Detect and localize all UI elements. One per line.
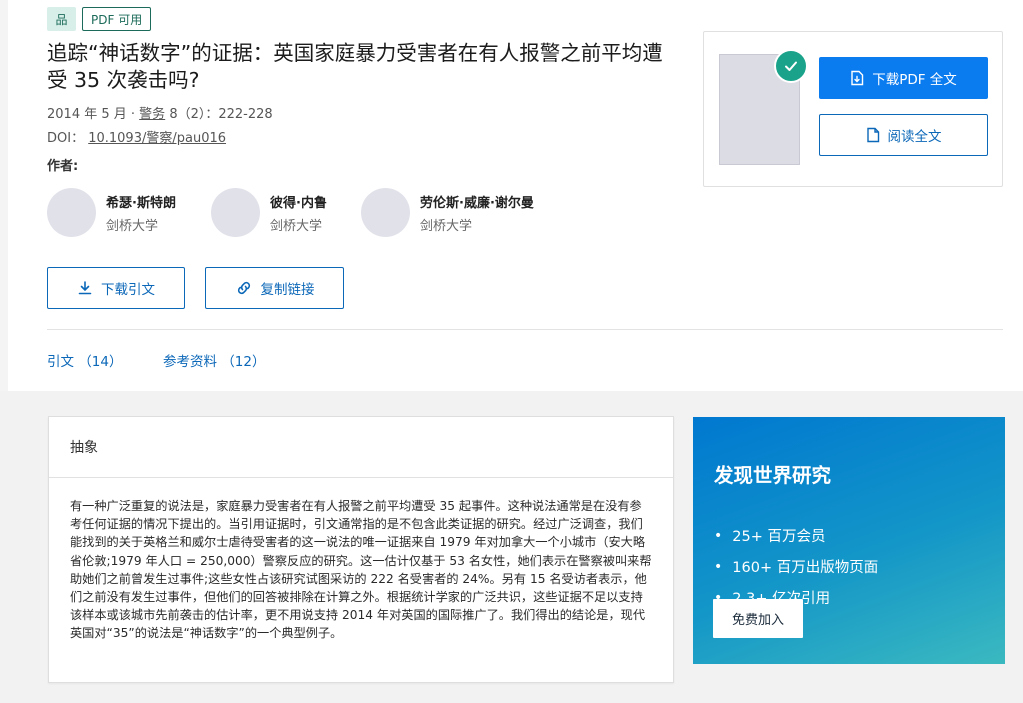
file-download-icon (851, 70, 864, 86)
copy-link-button[interactable]: 复制链接 (205, 267, 344, 309)
abstract-text: 有一种广泛重复的说法是，家庭暴力受害者在有人报警之前平均遭受 35 起事件。这种… (70, 499, 652, 641)
file-icon (866, 127, 879, 143)
pdf-available-tag: PDF 可用 (82, 7, 152, 31)
pdf-card: 下载PDF 全文 阅读全文 (703, 31, 1003, 187)
author-affiliation: 剑桥大学 (106, 218, 159, 234)
copy-link-label: 复制链接 (260, 282, 315, 298)
promo-item: 25+ 百万会员 (714, 525, 878, 546)
tag-row: 品 PDF 可用 (47, 7, 152, 31)
download-citation-label: 下载引文 (101, 282, 155, 298)
author-name: 劳伦斯·威廉·谢尔曼 (420, 195, 534, 211)
tab-citations[interactable]: 引文 （14） (47, 350, 122, 370)
author-card[interactable]: 希瑟·斯特朗 剑桥大学 (47, 188, 197, 237)
promo-title: 发现世界研究 (714, 464, 832, 487)
article-meta: 2014 年 5 月 · 警务 8（2）：222-228 (47, 107, 273, 122)
authors-label: 作者: (47, 159, 79, 174)
doi-link[interactable]: 10.1093/警察/pau016 (88, 131, 226, 146)
article-type-tag: 品 (47, 7, 76, 31)
avatar (211, 188, 260, 237)
publication-date: 2014 年 5 月 (47, 107, 127, 122)
author-card[interactable]: 劳伦斯·威廉·谢尔曼 剑桥大学 (361, 188, 534, 237)
join-free-button[interactable]: 免费加入 (713, 599, 803, 638)
download-citation-button[interactable]: 下载引文 (47, 267, 185, 309)
link-icon (237, 281, 250, 295)
check-icon (774, 49, 808, 83)
journal-link[interactable]: 警务 (139, 107, 165, 122)
download-icon (78, 281, 92, 295)
doi-label: DOI： (47, 131, 85, 146)
read-fulltext-label: 阅读全文 (887, 129, 942, 145)
promo-item: 160+ 百万出版物页面 (714, 556, 878, 577)
author-affiliation: 剑桥大学 (270, 218, 323, 234)
author-affiliation: 剑桥大学 (420, 218, 473, 234)
doi-row: DOI： 10.1093/警察/pau016 (47, 127, 226, 146)
avatar (47, 188, 96, 237)
abstract-heading: 抽象 (49, 417, 673, 478)
abstract-card: 抽象 有一种广泛重复的说法是，家庭暴力受害者在有人报警之前平均遭受 35 起事件… (48, 416, 674, 683)
divider (47, 329, 1003, 330)
avatar (361, 188, 410, 237)
author-list: 希瑟·斯特朗 剑桥大学 彼得·内鲁 剑桥大学 劳伦斯·威廉·谢尔曼 剑桥大学 (47, 188, 548, 237)
author-name: 彼得·内鲁 (270, 195, 327, 211)
article-title: 追踪“神话数字”的证据：英国家庭暴力受害者在有人报警之前平均遭受 35 次袭击吗… (47, 41, 663, 92)
content-area: 抽象 有一种广泛重复的说法是，家庭暴力受害者在有人报警之前平均遭受 35 起事件… (0, 391, 1023, 703)
author-name: 希瑟·斯特朗 (106, 195, 176, 211)
journal-issue: 8（2）：222-228 (169, 107, 273, 122)
read-fulltext-button[interactable]: 阅读全文 (819, 114, 988, 156)
tab-references[interactable]: 参考资料 （12） (163, 350, 265, 370)
download-pdf-button[interactable]: 下载PDF 全文 (819, 57, 988, 99)
promo-card: 发现世界研究 25+ 百万会员 160+ 百万出版物页面 2.3+ 亿次引用 免… (693, 417, 1005, 664)
download-pdf-label: 下载PDF 全文 (872, 72, 957, 88)
author-card[interactable]: 彼得·内鲁 剑桥大学 (211, 188, 347, 237)
article-header: 品 PDF 可用 追踪“神话数字”的证据：英国家庭暴力受害者在有人报警之前平均遭… (0, 0, 1023, 391)
